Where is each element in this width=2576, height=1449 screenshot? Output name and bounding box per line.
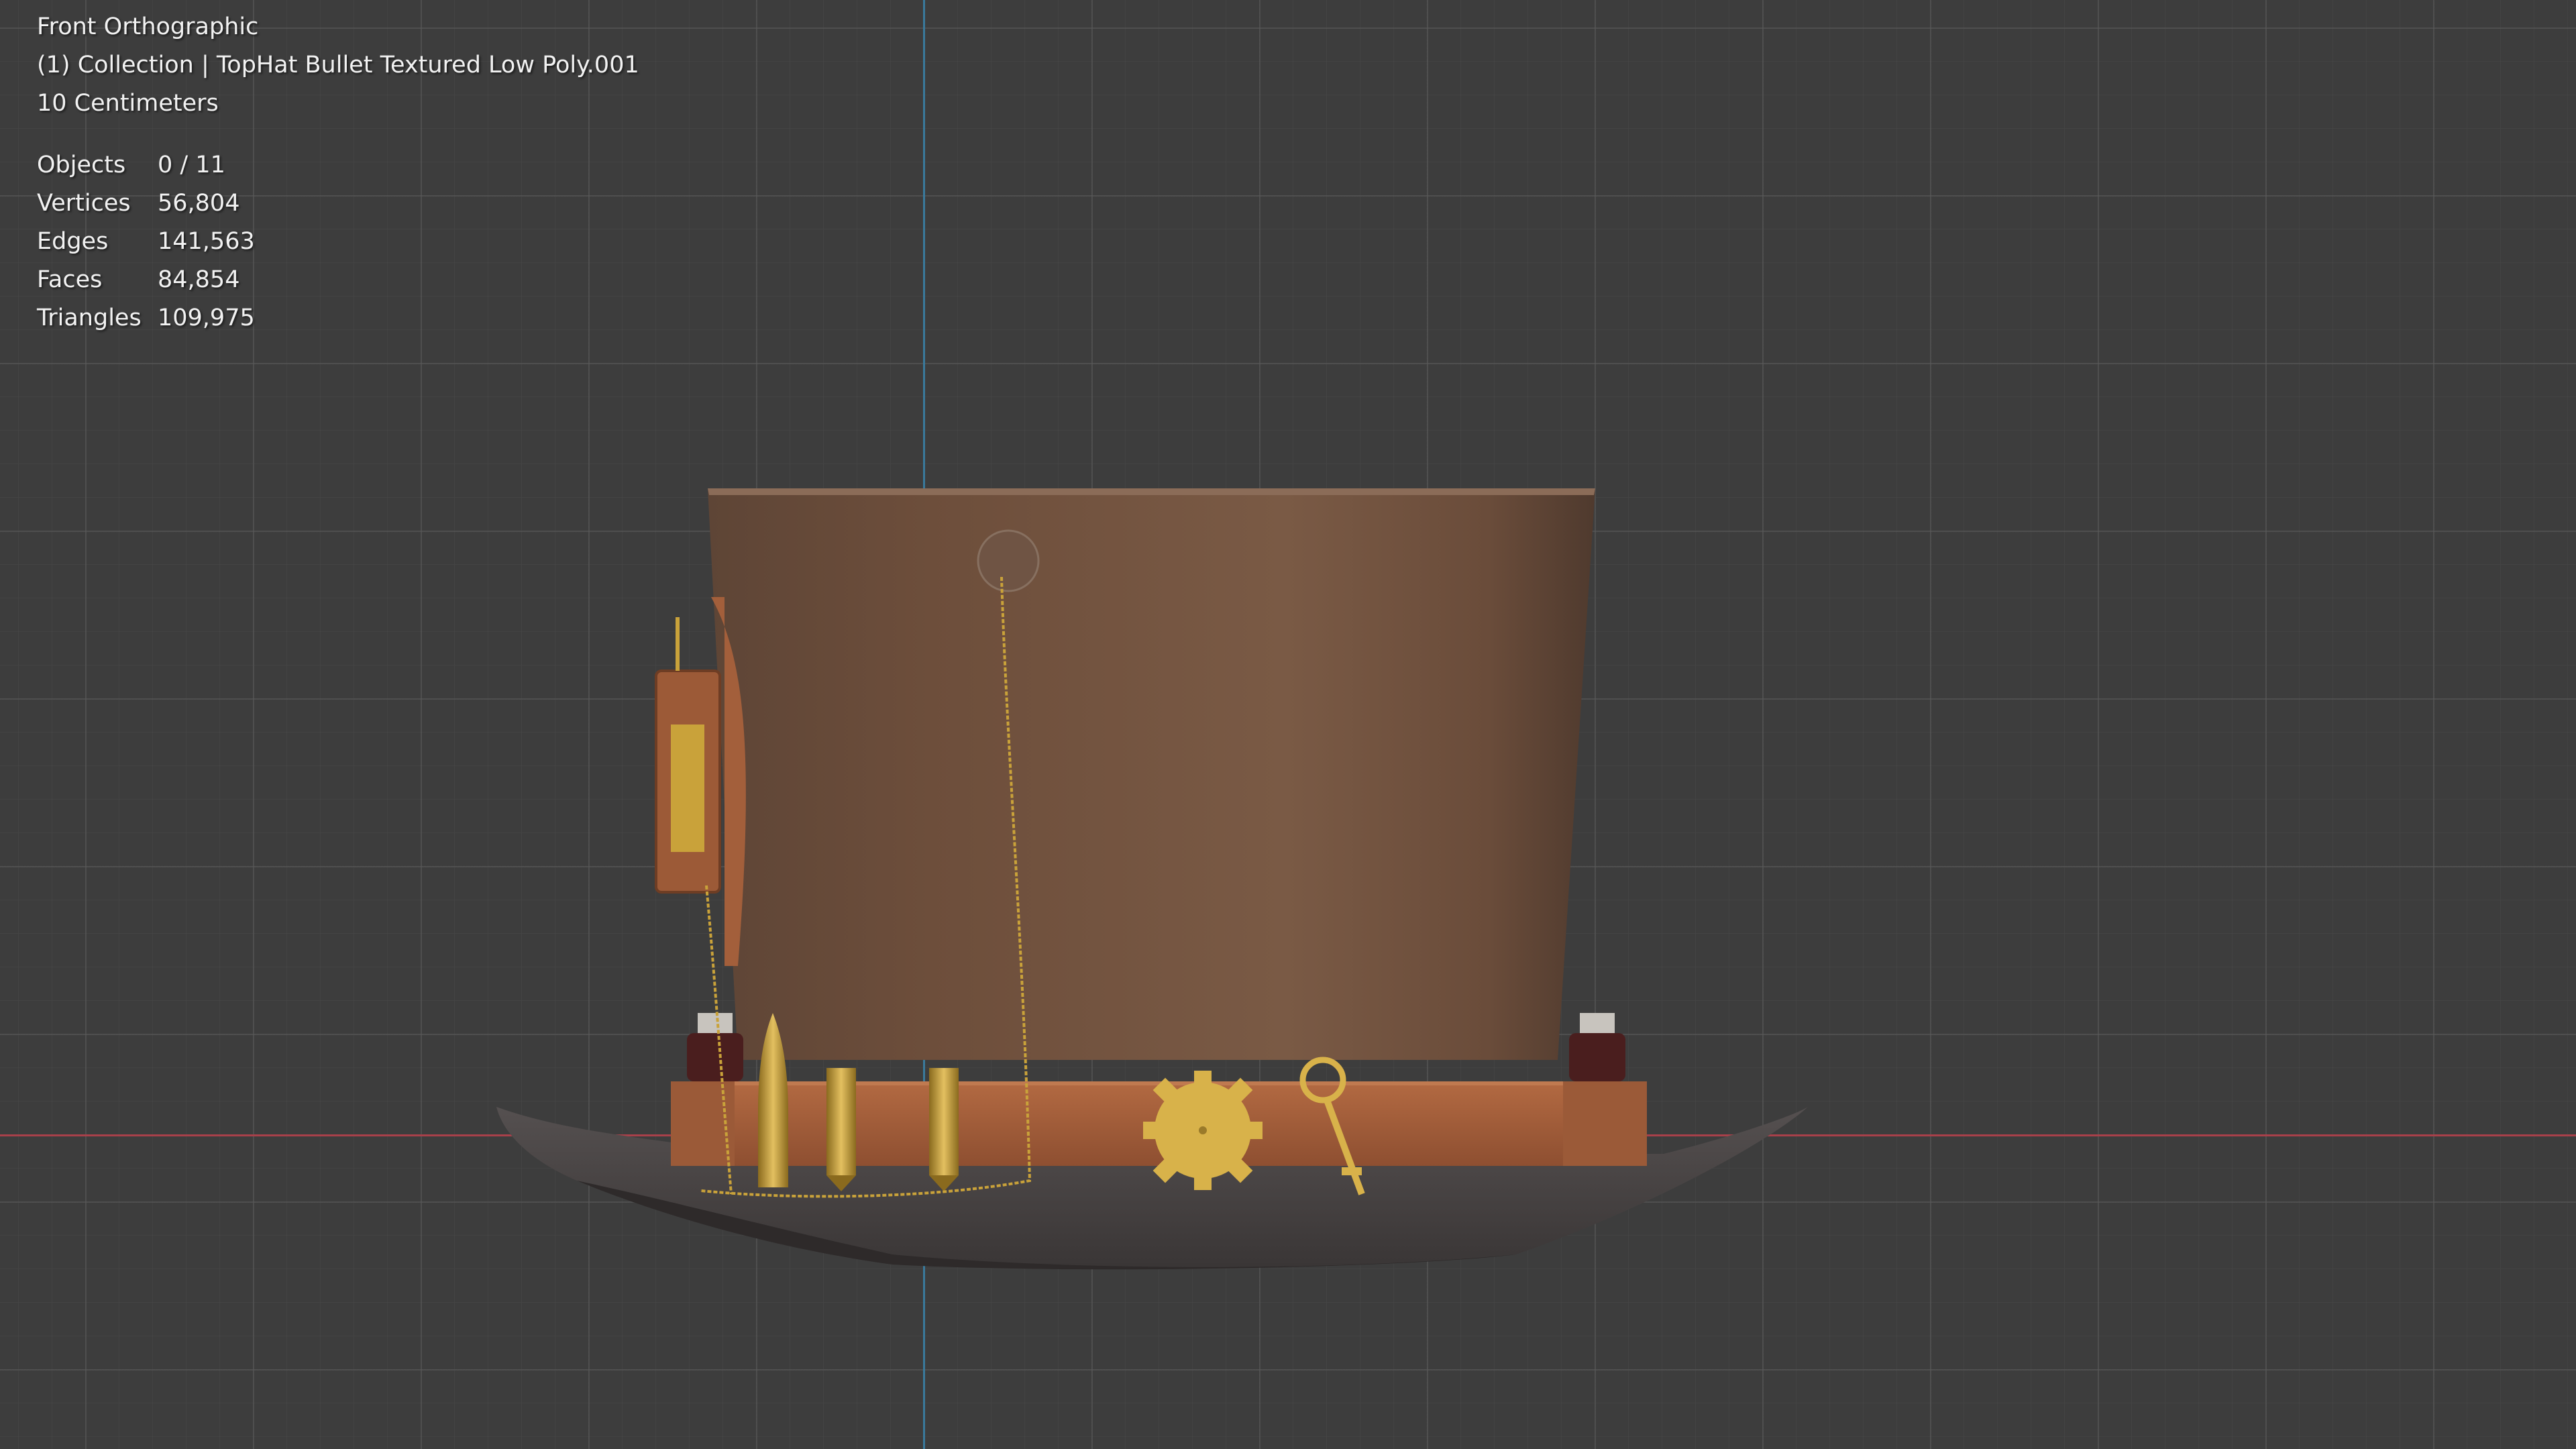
stat-value: 56,804 [158, 190, 240, 217]
stat-label: Triangles [37, 305, 142, 331]
3d-viewport[interactable]: Front Orthographic (1) Collection | TopH… [0, 0, 2576, 1449]
stat-edges: Edges 141,563 [37, 223, 639, 261]
stat-label: Vertices [37, 190, 131, 217]
hat-crown [708, 488, 1595, 1060]
left-bottle [687, 1013, 743, 1081]
grid-scale-label: 10 Centimeters [37, 90, 219, 117]
view-name-label: Front Orthographic [37, 13, 259, 40]
stat-vertices: Vertices 56,804 [37, 184, 639, 223]
gear-ornament [1143, 1071, 1263, 1190]
stat-value: 141,563 [158, 228, 255, 255]
stat-label: Edges [37, 228, 109, 255]
stat-value: 109,975 [158, 305, 255, 331]
stat-triangles: Triangles 109,975 [37, 299, 639, 337]
bullet-casing-1 [826, 1068, 856, 1191]
stat-label: Objects [37, 152, 126, 178]
viewport-text-overlay: Front Orthographic (1) Collection | TopH… [37, 8, 639, 337]
stat-objects: Objects 0 / 11 [37, 146, 639, 184]
stat-faces: Faces 84,854 [37, 261, 639, 299]
stat-value: 0 / 11 [158, 152, 225, 178]
stat-value: 84,854 [158, 266, 240, 293]
scene-statistics: Objects 0 / 11 Vertices 56,804 Edges 141… [37, 146, 639, 337]
bullet-casing-2 [929, 1068, 959, 1191]
collection-label: (1) Collection | TopHat Bullet Textured … [37, 52, 639, 78]
stat-label: Faces [37, 266, 103, 293]
right-bottle [1569, 1013, 1625, 1081]
